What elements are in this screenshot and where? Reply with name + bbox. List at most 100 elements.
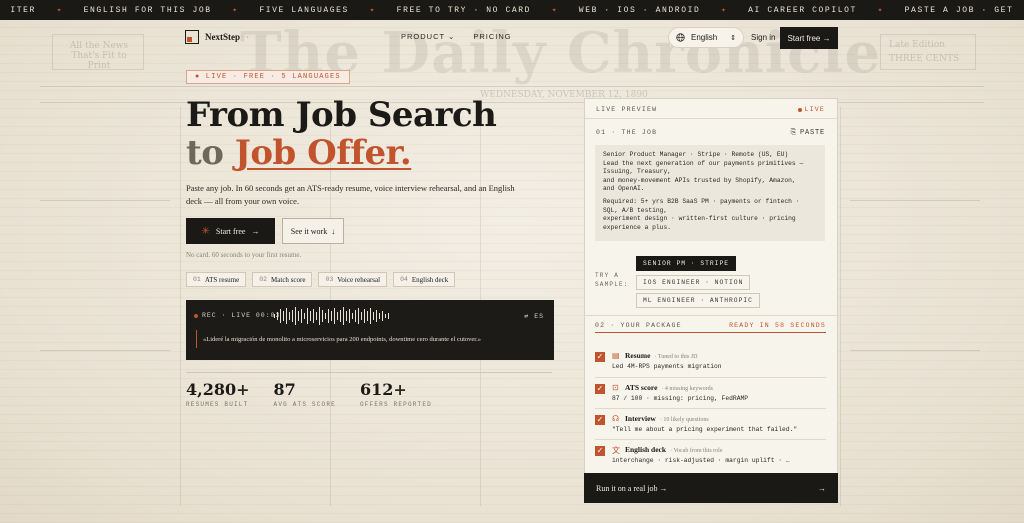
checkbox-checked-icon[interactable]: ✓ <box>595 352 605 362</box>
no-card-note: No card. 60 seconds to your first resume… <box>186 251 302 259</box>
live-dot-icon <box>797 107 802 112</box>
sample-senior-pm-stripe[interactable]: SENIOR PM · STRIPE <box>636 256 737 271</box>
run-real-job-button[interactable]: Run it on a real job → → <box>584 473 838 503</box>
package-label: 02 · YOUR PACKAGE <box>595 322 682 329</box>
language-select[interactable]: English ⇕ <box>668 27 744 48</box>
ticker-item: ENGLISH FOR THIS JOB <box>83 5 212 15</box>
bg-box-text: THREE CENTS <box>889 54 960 64</box>
hero-subtitle: Paste any job. In 60 seconds get an ATS-… <box>186 183 515 206</box>
live-preview-label: LIVE PREVIEW <box>596 106 658 113</box>
chip-label: Voice rehearsal <box>337 275 381 284</box>
rec-language-label: ES <box>534 313 544 320</box>
stat-label: AVG ATS SCORE <box>273 401 336 408</box>
ticker-item: FIVE LANGUAGES <box>259 5 349 15</box>
ticker-separator: ✦ <box>721 6 728 15</box>
start-free-button[interactable]: ✳ Start free → <box>186 218 275 244</box>
nav-link-pricing[interactable]: PRICING <box>473 32 511 41</box>
live-preview-header: LIVE PREVIEW LIVE <box>585 99 837 119</box>
translate-icon: ⇄ <box>524 313 530 320</box>
bg-box-text: Late Edition <box>889 40 946 50</box>
bg-rule <box>40 102 984 103</box>
package-item-ats-score[interactable]: ✓ ⊡ ATS score · 4 missing keywords 87 / 1… <box>595 380 826 410</box>
voice-recorder-panel: REC · LIVE 00:03 ⇄ ES «Lideré la migraci… <box>186 300 554 360</box>
feature-chip: 03 Voice rehearsal <box>318 272 388 287</box>
package-item-title: ATS score · 4 missing keywords <box>625 383 713 392</box>
arrow-right-icon: → <box>251 226 260 236</box>
stat-plus: + <box>236 380 250 399</box>
stat-number: 612 <box>359 380 394 399</box>
chip-label: ATS resume <box>204 275 240 284</box>
stat-block: 4,280+ RESUMES BUILT <box>186 380 250 409</box>
hero-title: From Job Search to Job Offer. <box>186 96 497 172</box>
checkbox-checked-icon[interactable]: ✓ <box>595 384 605 394</box>
package-item-interview[interactable]: ✓ ☊ Interview · 10 likely questions "Tell… <box>595 411 826 441</box>
stat-block: 612+ OFFERS REPORTED <box>359 380 432 409</box>
package-item-title: Resume · Tuned to this JD <box>625 351 697 360</box>
jd-text: and money-movement APIs trusted by Shopi… <box>603 176 796 184</box>
chip-label: English deck <box>411 275 449 284</box>
job-section-header: 01 · THE JOB ⎘ PASTE <box>585 127 837 139</box>
jd-text: Required: 5+ yrs B2B SaaS PM · payments … <box>603 197 800 205</box>
sample-ml-engineer-anthropic[interactable]: ML ENGINEER · ANTHROPIC <box>636 293 760 308</box>
signin-link[interactable]: Sign in <box>751 33 775 42</box>
ticker-separator: ✦ <box>369 6 377 15</box>
run-real-job-label: Run it on a real job → <box>596 483 668 493</box>
nav-link-label: PRODUCT <box>401 32 445 41</box>
rec-status-text: REC · LIVE 00:03 <box>202 312 281 319</box>
hero-title-line2: to Job Offer. <box>186 134 496 172</box>
paste-label: PASTE <box>799 128 825 137</box>
rec-status: REC · LIVE 00:03 <box>194 312 280 319</box>
checkbox-checked-icon[interactable]: ✓ <box>595 415 605 425</box>
package-item-english-deck[interactable]: ✓ 文 English deck · Vocab from this role i… <box>595 442 826 472</box>
chip-number: 03 <box>325 276 334 283</box>
arrow-right-icon: → <box>818 483 826 493</box>
jd-text: SQL, A/B testing, <box>603 206 668 214</box>
item-title-text: Resume <box>625 351 651 360</box>
jd-text: and OpenAI. <box>603 185 645 193</box>
item-subtitle: · Tuned to this JD <box>654 354 698 360</box>
item-title-text: Interview <box>625 414 656 423</box>
ticker-separator: ✦ <box>232 6 239 15</box>
stat-plus: + <box>393 380 407 399</box>
logo-mark-icon <box>185 30 199 44</box>
checkbox-checked-icon[interactable]: ✓ <box>595 446 605 456</box>
rec-dot-icon <box>194 313 198 318</box>
paste-button[interactable]: ⎘ PASTE <box>791 128 825 137</box>
ticker-item: AI CAREER COPILOT <box>748 5 857 15</box>
sample-ios-engineer-notion[interactable]: IOS ENGINEER · NOTION <box>636 275 751 290</box>
package-item-detail: 87 / 100 · missing: pricing, FedRAMP <box>612 395 749 402</box>
chevron-down-icon: ⌄ <box>448 32 456 41</box>
brand-name: NextStep <box>205 32 240 42</box>
bg-box: All the News That's Fit to Print <box>52 34 144 71</box>
feature-chip: 04 English deck <box>393 272 456 287</box>
chip-number: 02 <box>259 276 268 283</box>
chip-number: 04 <box>400 276 408 283</box>
headphones-icon: ☊ <box>612 414 620 423</box>
bg-box-text: All the News That's Fit to Print <box>69 41 129 71</box>
rec-language[interactable]: ⇄ ES <box>524 312 544 320</box>
bg-rule <box>40 350 170 351</box>
job-description-textarea[interactable]: Senior Product Manager · Stripe · Remote… <box>595 145 825 241</box>
see-it-work-label: See it work <box>290 226 328 236</box>
package-item-title: Interview · 10 likely questions <box>625 414 709 423</box>
stat-value: 87 <box>274 381 336 399</box>
job-section-label: 01 · THE JOB <box>596 129 658 136</box>
start-free-label: Start free <box>215 226 246 236</box>
see-it-work-button[interactable]: See it work ↓ <box>282 218 344 244</box>
translate-icon: 文 <box>612 446 620 455</box>
brand-dot: · <box>246 32 249 42</box>
divider <box>584 315 838 316</box>
bg-rule <box>40 86 984 87</box>
item-title-text: English deck <box>625 445 667 454</box>
stat-label: OFFERS REPORTED <box>359 401 432 408</box>
ticker-separator: ✦ <box>877 6 885 15</box>
chip-number: 01 <box>193 276 201 283</box>
start-free-nav-button[interactable]: Start free → <box>780 27 838 49</box>
arrow-down-icon: ↓ <box>331 226 336 236</box>
live-label: LIVE <box>804 106 825 113</box>
package-item-resume[interactable]: ✓ ▤ Resume · Tuned to this JD Led 4M-RPS … <box>595 348 826 378</box>
nav-link-product[interactable]: PRODUCT ⌄ <box>401 32 455 41</box>
newspaper-background: The Daily Chronicle All the News That's … <box>0 20 1024 523</box>
language-value: English <box>691 33 718 42</box>
brand-logo[interactable]: NextStep · <box>185 30 249 44</box>
